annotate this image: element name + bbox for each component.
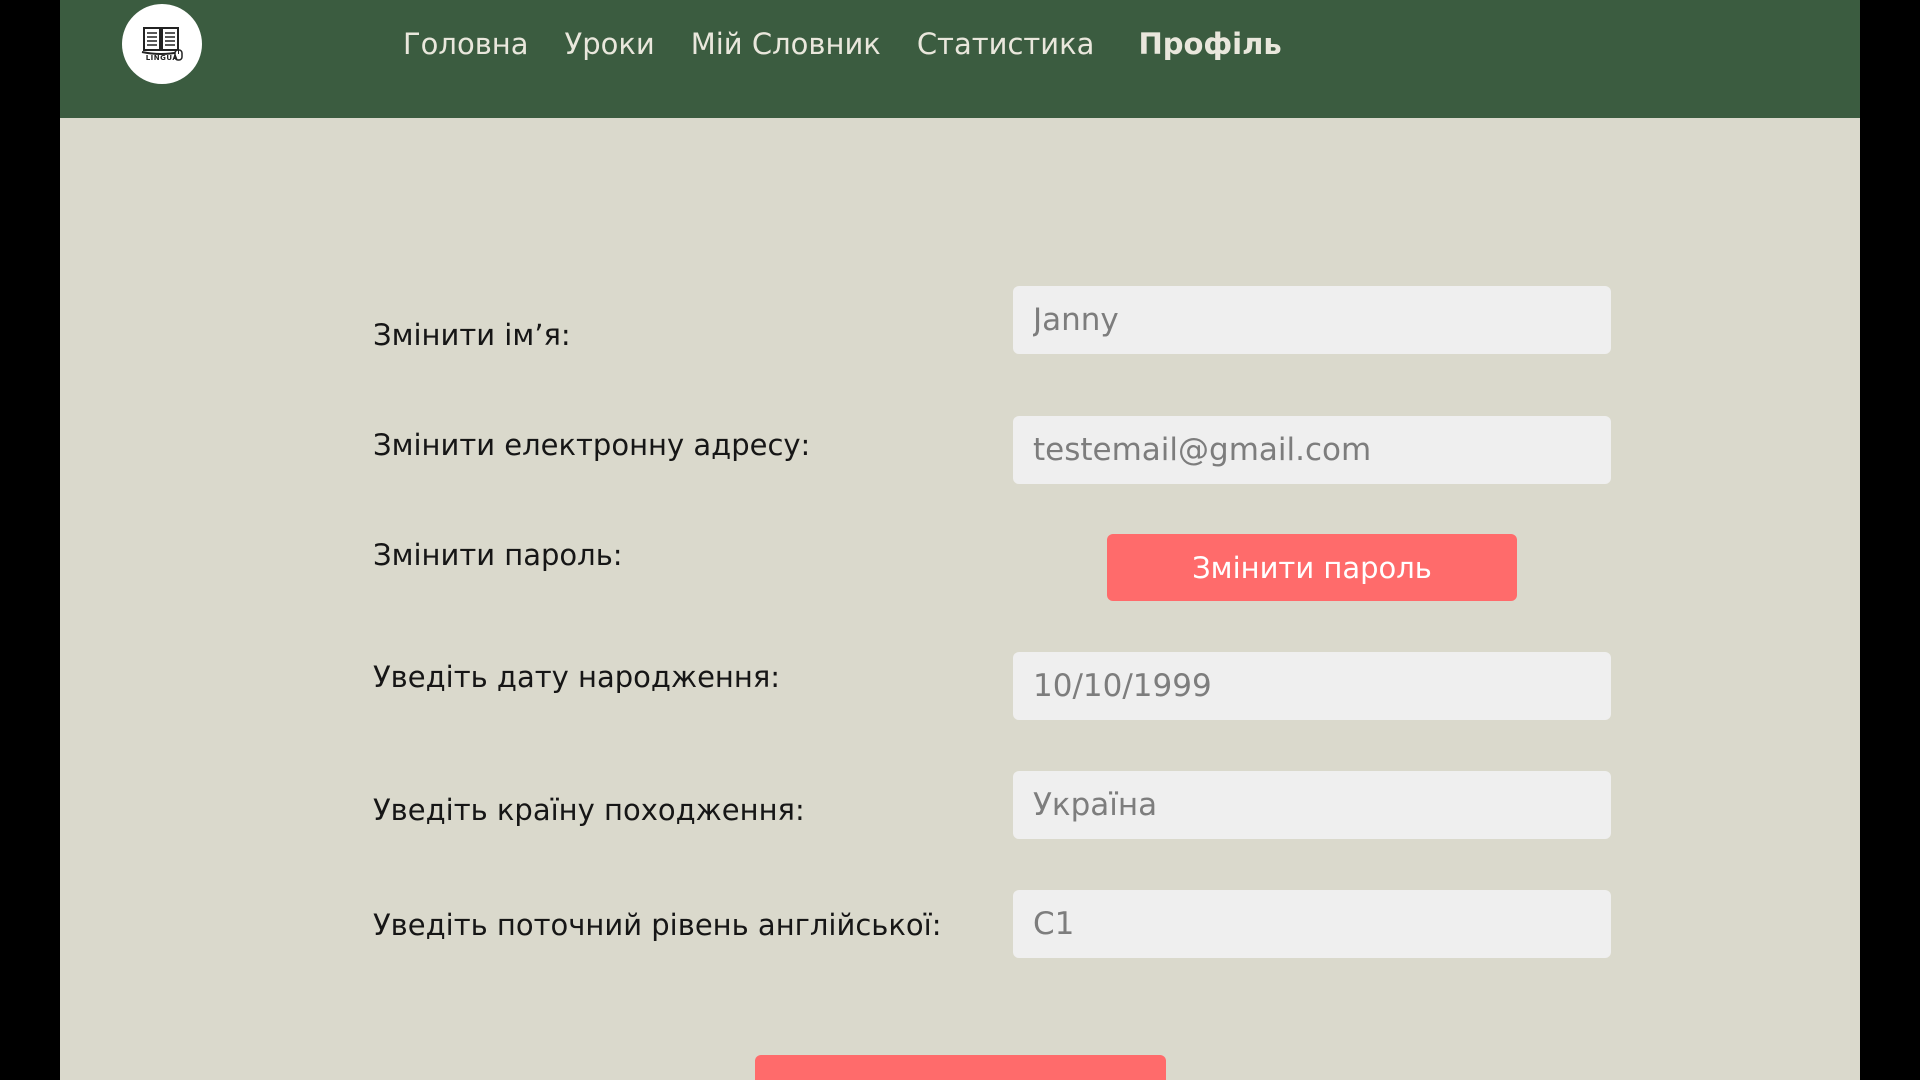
change-password-button[interactable]: Змінити пароль xyxy=(1107,534,1517,601)
email-label: Змінити електронну адресу: xyxy=(373,428,811,462)
nav-item-home[interactable]: Головна xyxy=(403,27,529,61)
level-input[interactable] xyxy=(1013,890,1611,958)
birthdate-input[interactable] xyxy=(1013,652,1611,720)
level-label: Уведіть поточний рівень англійської: xyxy=(373,908,942,942)
form-row-password: Змінити пароль: Змінити пароль xyxy=(60,534,1860,604)
nav-item-dictionary[interactable]: Мій Словник xyxy=(691,27,881,61)
nav-item-lessons[interactable]: Уроки xyxy=(565,27,655,61)
main-nav: Головна Уроки Мій Словник Статистика Про… xyxy=(403,22,1318,66)
logo-text: LINGUA xyxy=(145,54,179,62)
name-input[interactable] xyxy=(1013,286,1611,354)
form-row-email: Змінити електронну адресу: xyxy=(60,414,1860,484)
top-navbar: LINGUA Головна Уроки Мій Словник Статист… xyxy=(60,0,1860,118)
name-label: Змінити ім’я: xyxy=(373,318,571,352)
email-input[interactable] xyxy=(1013,416,1611,484)
form-row-country: Уведіть країну походження: xyxy=(60,769,1860,839)
save-button[interactable] xyxy=(755,1055,1166,1080)
form-row-birthdate: Уведіть дату народження: xyxy=(60,650,1860,720)
country-input[interactable] xyxy=(1013,771,1611,839)
nav-item-statistics[interactable]: Статистика xyxy=(917,27,1095,61)
form-row-name: Змінити ім’я: xyxy=(60,284,1860,354)
country-label: Уведіть країну походження: xyxy=(373,793,805,827)
app-window: LINGUA Головна Уроки Мій Словник Статист… xyxy=(60,0,1860,1080)
birthdate-label: Уведіть дату народження: xyxy=(373,660,781,694)
nav-item-profile[interactable]: Профіль xyxy=(1138,27,1281,61)
form-row-level: Уведіть поточний рівень англійської: xyxy=(60,888,1860,958)
password-label: Змінити пароль: xyxy=(373,538,623,572)
logo[interactable]: LINGUA xyxy=(122,4,202,84)
open-book-icon xyxy=(141,27,183,61)
